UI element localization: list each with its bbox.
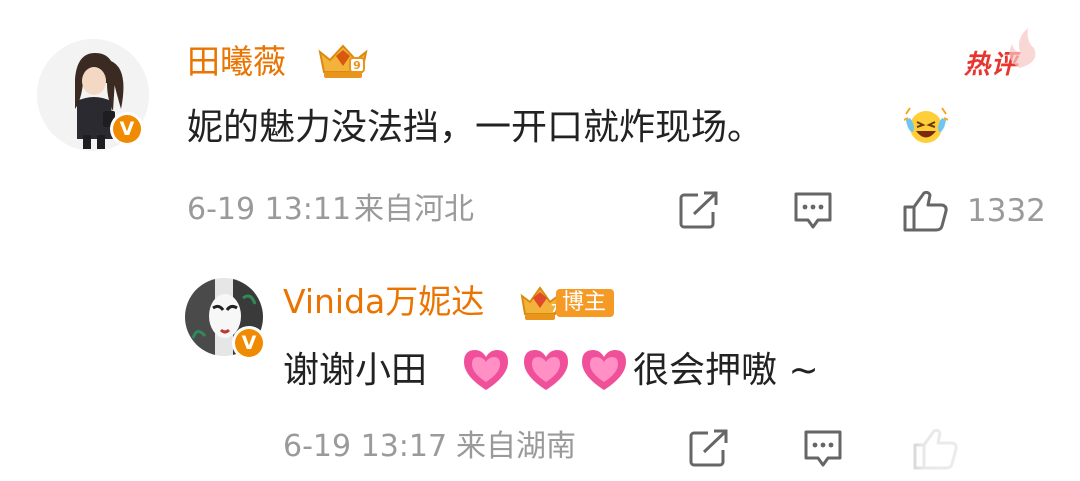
reply-timestamp: 6-19 13:17 <box>283 429 448 464</box>
like-thumb-icon[interactable] <box>902 189 950 233</box>
comment-text: 妮的魅力没法挡，一开口就炸现场。 <box>187 107 764 148</box>
verified-mark: V <box>235 329 263 357</box>
reply-comment-icon[interactable] <box>802 428 844 470</box>
share-icon[interactable] <box>678 190 720 230</box>
reply-text-before: 谢谢小田 <box>283 350 428 391</box>
verified-badge: V <box>110 112 144 146</box>
comment-timestamp: 6-19 13:11 <box>187 192 352 227</box>
laughing-crying-emoji-icon <box>904 106 948 146</box>
blogger-badge: 博主 <box>556 289 615 317</box>
diamond-crown-icon: 7 <box>519 284 561 322</box>
replier-username[interactable]: Vinida万妮达 <box>283 282 484 322</box>
commenter-username[interactable]: 田曦薇 <box>187 42 286 82</box>
bottom-fade-overlay <box>840 410 1080 481</box>
reply-text-after: 很会押嗷 ~ <box>633 350 819 391</box>
reply-comment-icon[interactable] <box>792 190 834 232</box>
crown-level-icon: 9 <box>316 42 370 80</box>
reply-location: 来自湖南 <box>456 429 576 464</box>
heart-icon <box>464 350 508 390</box>
like-count: 1332 <box>967 193 1046 229</box>
verified-mark: V <box>113 115 141 143</box>
share-icon[interactable] <box>688 428 730 468</box>
heart-icon <box>524 350 568 390</box>
hot-flame-icon <box>1002 26 1040 70</box>
comment-location: 来自河北 <box>354 192 474 227</box>
svg-text:9: 9 <box>353 59 361 72</box>
heart-icon <box>582 350 626 390</box>
verified-badge: V <box>232 326 266 360</box>
heart-emoji-row <box>460 346 630 394</box>
